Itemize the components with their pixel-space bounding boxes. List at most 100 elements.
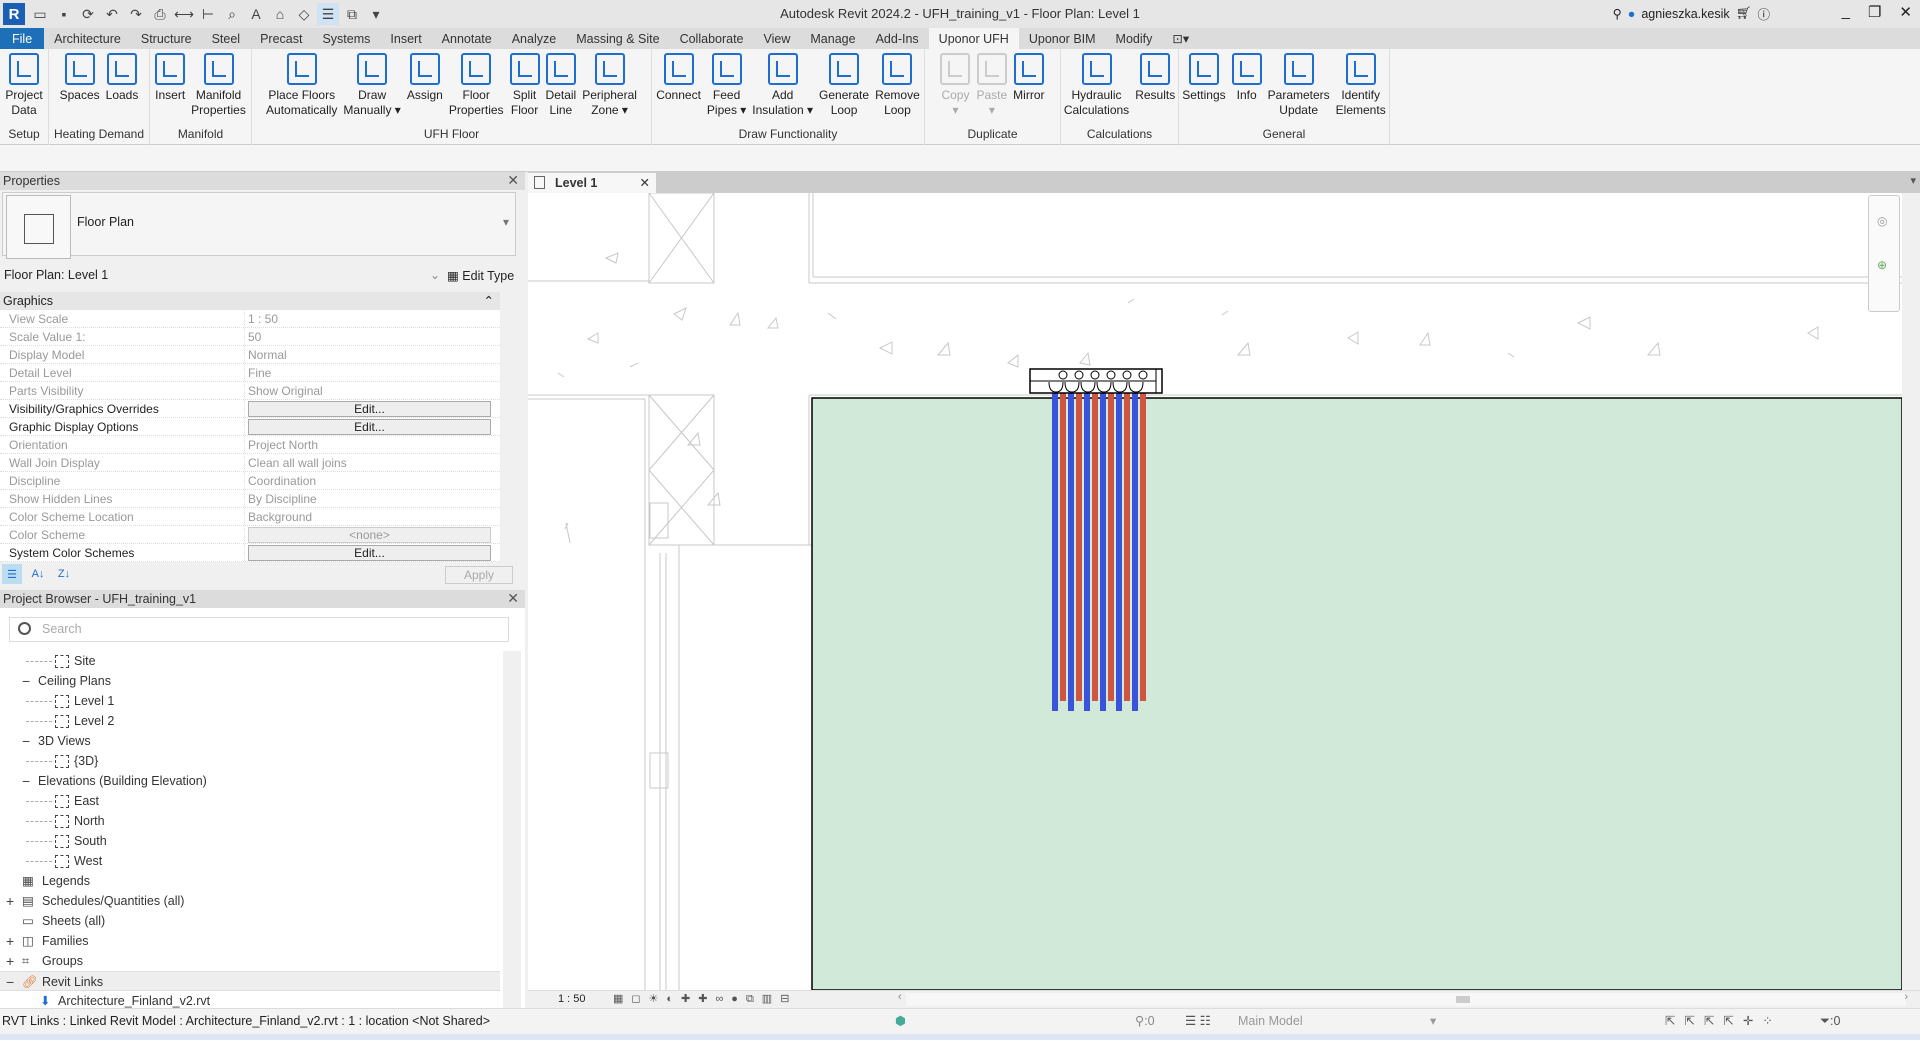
tab-precast[interactable]: Precast: [250, 28, 312, 49]
return-pipe[interactable]: [1060, 393, 1066, 701]
cart-icon[interactable]: 🛒︎: [1736, 6, 1752, 21]
return-pipe[interactable]: [1092, 393, 1098, 701]
tree-item[interactable]: {3D}: [0, 751, 500, 771]
categorize-icon[interactable]: ☰: [2, 564, 22, 584]
tab-uponor-ufh[interactable]: Uponor UFH: [928, 28, 1019, 49]
manifold[interactable]: [1029, 368, 1163, 394]
apply-button[interactable]: Apply: [445, 566, 513, 584]
supply-pipe[interactable]: [1132, 393, 1138, 711]
tree-item[interactable]: North: [0, 811, 500, 831]
instance-selector[interactable]: Floor Plan: Level 1: [4, 268, 108, 282]
design-options-icon[interactable]: ⚲:0: [1135, 1009, 1155, 1033]
view-scale[interactable]: 1 : 50: [558, 993, 586, 1005]
tab-add-ins[interactable]: Add-Ins: [866, 28, 929, 49]
view-control-icons[interactable]: ▦◻☀◐✚✚∞●⧉▥⊟: [613, 992, 797, 1006]
canvas-horizontal-scrollbar[interactable]: ‹ ›: [898, 991, 1908, 1006]
collapse-icon[interactable]: ⌃: [484, 292, 494, 310]
property-edit-button[interactable]: <none>: [248, 527, 491, 543]
return-pipe[interactable]: [1108, 393, 1114, 701]
browser-scrollbar[interactable]: [503, 651, 521, 1008]
tree-item[interactable]: Site: [0, 651, 500, 671]
scroll-left-icon[interactable]: ‹: [898, 991, 902, 1003]
expand-icon[interactable]: +: [6, 891, 14, 911]
supply-pipe[interactable]: [1116, 393, 1122, 711]
supply-pipe[interactable]: [1100, 393, 1106, 711]
tree-item[interactable]: − Elevations (Building Elevation): [0, 771, 500, 791]
expand-icon[interactable]: +: [6, 931, 14, 951]
return-pipe[interactable]: [1140, 393, 1146, 701]
editing-requests-icon[interactable]: ☰ ☷: [1185, 1009, 1211, 1033]
tree-item[interactable]: −3D Views: [0, 731, 500, 751]
collapse-icon[interactable]: −: [22, 771, 30, 791]
close-icon[interactable]: ✕: [507, 172, 519, 189]
collapse-icon[interactable]: −: [22, 731, 30, 751]
tab-collaborate[interactable]: Collaborate: [670, 28, 754, 49]
graphics-section-header[interactable]: Graphics ⌃: [0, 292, 500, 310]
chevron-down-icon[interactable]: ▾: [1430, 1009, 1436, 1033]
tree-item[interactable]: East: [0, 791, 500, 811]
edit-type-button[interactable]: ▦ Edit Type: [447, 268, 514, 283]
tree-item[interactable]: ▤ + Schedules/Quantities (all): [0, 891, 500, 911]
sort-az-icon[interactable]: A↓: [28, 564, 48, 584]
type-selector[interactable]: Floor Plan ▾: [2, 192, 516, 259]
worksets-icon[interactable]: ⬢: [895, 1009, 906, 1033]
return-pipe[interactable]: [1124, 393, 1130, 701]
tab-steel[interactable]: Steel: [202, 28, 251, 49]
search-binoculars-icon[interactable]: ⚲: [1613, 6, 1622, 21]
collapse-icon[interactable]: −: [6, 972, 14, 992]
tab-uponor-bim[interactable]: Uponor BIM: [1019, 28, 1106, 49]
return-pipe[interactable]: [1076, 393, 1082, 701]
navigation-bar[interactable]: ◎ ⊕: [1868, 195, 1900, 312]
tab-analyze[interactable]: Analyze: [502, 28, 566, 49]
search-input[interactable]: Search: [9, 617, 509, 642]
tab-modify[interactable]: Modify: [1106, 28, 1163, 49]
selection-option-icons[interactable]: ⇱⇱⇱⇱✛⁘: [1665, 1009, 1782, 1033]
scroll-right-icon[interactable]: ›: [1904, 991, 1908, 1003]
tree-item[interactable]: 🔗︎ − Revit Links: [0, 971, 500, 991]
close-icon[interactable]: ✕: [640, 173, 650, 193]
tree-item[interactable]: ◫ + Families: [0, 931, 500, 951]
tree-item[interactable]: Level 2: [0, 711, 500, 731]
collapse-icon[interactable]: −: [22, 671, 30, 691]
tree-item[interactable]: West: [0, 851, 500, 871]
supply-pipe[interactable]: [1052, 393, 1058, 711]
minimize-button[interactable]: _: [1842, 3, 1850, 21]
scroll-thumb[interactable]: [1456, 996, 1470, 1003]
expand-icon[interactable]: +: [6, 951, 14, 971]
chevron-down-icon[interactable]: ⌄: [430, 268, 440, 282]
tree-item[interactable]: ▦ Legends: [0, 871, 500, 891]
tab-massing-site[interactable]: Massing & Site: [566, 28, 669, 49]
contextual-tab-toggle-icon[interactable]: ⊡▾: [1162, 28, 1199, 49]
filter-icon[interactable]: ⏷:0: [1820, 1009, 1840, 1033]
chevron-down-icon[interactable]: ▾: [503, 215, 509, 229]
tree-item[interactable]: − Ceiling Plans: [0, 671, 500, 691]
tab-architecture[interactable]: Architecture: [44, 28, 131, 49]
tab-structure[interactable]: Structure: [131, 28, 202, 49]
tab-menu-icon[interactable]: ▾: [1910, 174, 1916, 187]
close-icon[interactable]: ✕: [507, 590, 519, 607]
model-selector[interactable]: Main Model: [1238, 1009, 1303, 1033]
drawing-canvas[interactable]: ◎ ⊕: [528, 193, 1902, 990]
sort-za-icon[interactable]: Z↓: [54, 564, 74, 584]
tab-level-1[interactable]: Level 1 ✕: [528, 173, 656, 193]
tree-item[interactable]: ⌗ + Groups: [0, 951, 500, 971]
tab-annotate[interactable]: Annotate: [432, 28, 502, 49]
restore-button[interactable]: ❐: [1868, 3, 1881, 21]
property-edit-button[interactable]: Edit...: [248, 419, 491, 435]
properties-scrollbar[interactable]: [503, 292, 520, 562]
tab-view[interactable]: View: [754, 28, 801, 49]
ufh-floor-area[interactable]: [811, 397, 1902, 990]
property-edit-button[interactable]: Edit...: [248, 401, 491, 417]
supply-pipe[interactable]: [1068, 393, 1074, 711]
property-edit-button[interactable]: Edit...: [248, 545, 491, 561]
close-button[interactable]: ✕: [1899, 3, 1912, 21]
canvas-vertical-scrollbar[interactable]: [1902, 193, 1920, 990]
tab-file[interactable]: File: [0, 28, 45, 49]
tab-systems[interactable]: Systems: [312, 28, 380, 49]
tab-insert[interactable]: Insert: [380, 28, 431, 49]
supply-pipe[interactable]: [1084, 393, 1090, 711]
tab-manage[interactable]: Manage: [800, 28, 865, 49]
steering-wheel-icon[interactable]: ◎: [1877, 214, 1887, 228]
tree-item[interactable]: South: [0, 831, 500, 851]
help-icon[interactable]: ⓘ: [1757, 4, 1770, 23]
